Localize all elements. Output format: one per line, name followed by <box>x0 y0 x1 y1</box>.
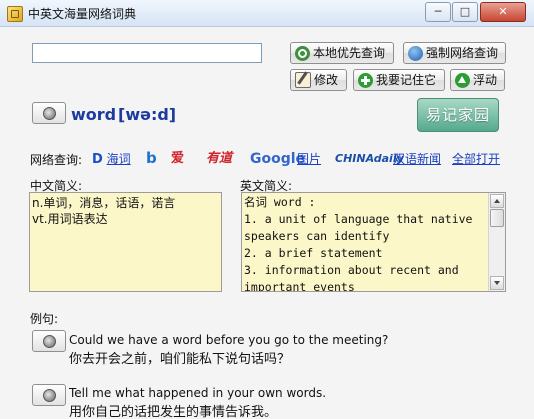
speaker-icon <box>43 389 56 402</box>
open-all-link[interactable]: 全部打开 <box>452 151 500 167</box>
remember-button[interactable]: 我要记住它 <box>353 69 445 91</box>
scroll-up-arrow-icon[interactable] <box>490 194 504 208</box>
pronounce-example-1-button[interactable] <box>32 330 66 352</box>
google-images-link[interactable]: 图片 <box>297 151 321 167</box>
close-button[interactable]: ✕ <box>480 2 526 22</box>
chinese-def-box[interactable]: n.单词，消息，话语，诺言 vt.用词语表达 <box>29 192 222 292</box>
edit-button[interactable]: 修改 <box>290 69 347 91</box>
web-lookup-button[interactable]: 强制网络查询 <box>403 42 506 64</box>
globe-icon <box>408 45 423 61</box>
local-lookup-button[interactable]: 本地优先查询 <box>290 42 394 64</box>
title-bar[interactable]: 中英文海量网络词典 ─ □ ✕ <box>0 0 534 27</box>
minimize-button[interactable]: ─ <box>425 2 451 22</box>
edit-label: 修改 <box>314 72 339 87</box>
english-def-box[interactable]: 名词 word : 1. a unit of language that nat… <box>241 192 506 292</box>
haici-link[interactable]: D 海词 <box>92 151 131 167</box>
youdao-link[interactable]: 有道 <box>206 151 232 167</box>
haici-d-icon: D <box>92 152 103 167</box>
dictionary-window: 中英文海量网络词典 ─ □ ✕ 本地优先查询 强制网络查询 修改 我要记住它 浮… <box>0 0 534 419</box>
phonetic: [wə:d] <box>118 105 177 124</box>
yiji-logo[interactable]: 易记家园 <box>417 98 499 132</box>
speaker-icon <box>43 335 56 348</box>
window-title: 中英文海量网络词典 <box>28 7 137 21</box>
headword: word <box>71 105 117 124</box>
bilingual-news-link[interactable]: 双语新闻 <box>393 151 441 167</box>
search-input[interactable] <box>32 43 262 63</box>
example-1-en: Could we have a word before you go to th… <box>69 333 389 347</box>
pronounce-word-button[interactable] <box>32 102 66 124</box>
example-1-zh: 你去开会之前，咱们能私下说句话吗？ <box>69 352 291 367</box>
plus-icon <box>358 72 373 88</box>
chinese-def-text: n.单词，消息，话语，诺言 vt.用词语表达 <box>32 196 176 226</box>
web-lookup-label: 强制网络查询 <box>426 45 499 60</box>
up-arrow-icon <box>455 72 470 88</box>
maximize-button[interactable]: □ <box>452 2 478 22</box>
haici-link-text: 海词 <box>106 152 131 166</box>
main-panel: 本地优先查询 强制网络查询 修改 我要记住它 浮动 word [wə:d] 易记… <box>10 26 534 419</box>
remember-label: 我要记住它 <box>376 72 437 87</box>
speaker-icon <box>43 107 56 120</box>
scroll-down-arrow-icon[interactable] <box>490 276 504 290</box>
search-icon <box>295 45 310 61</box>
iciba-link[interactable]: 爱 <box>171 151 184 167</box>
example-2-en: Tell me what happened in your own words. <box>69 386 327 400</box>
app-icon <box>7 6 23 22</box>
pronounce-example-2-button[interactable] <box>32 384 66 406</box>
float-button[interactable]: 浮动 <box>450 69 505 91</box>
english-def-text: 名词 word : 1. a unit of language that nat… <box>244 195 473 292</box>
example-2-zh: 用你自己的话把发生的事情告诉我。 <box>69 405 278 419</box>
scroll-thumb[interactable] <box>490 209 504 227</box>
edit-icon <box>295 72 311 88</box>
local-lookup-label: 本地优先查询 <box>313 45 386 60</box>
examples-label: 例句: <box>30 312 59 326</box>
english-def-scrollbar[interactable] <box>488 193 505 291</box>
bing-link[interactable]: b <box>146 151 157 167</box>
float-label: 浮动 <box>473 72 498 87</box>
web-query-label: 网络查询: <box>30 153 83 167</box>
